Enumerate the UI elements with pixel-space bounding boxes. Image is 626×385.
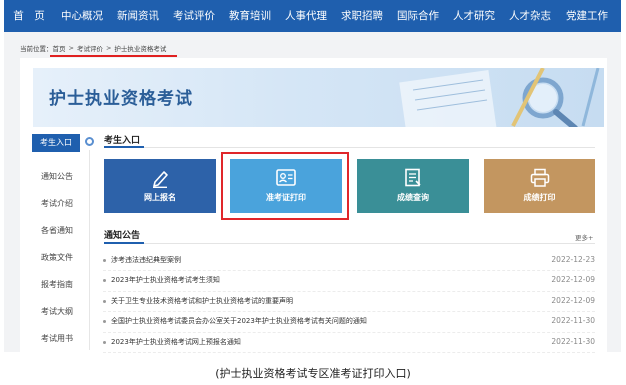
notice-date: 2022-12-09 xyxy=(551,295,595,305)
image-caption: (护士执业资格考试专区准考证打印入口) xyxy=(215,367,411,380)
notice-title: 2023年护士执业资格考试考生须知 xyxy=(111,276,220,285)
page-banner: 护士执业资格考试 xyxy=(33,68,604,127)
admission-ticket-highlight-box xyxy=(221,152,349,220)
nav-item-jobs[interactable]: 求职招聘 xyxy=(334,0,390,32)
notice-date: 2022-11-30 xyxy=(551,336,595,346)
notice-row[interactable]: 全国护士执业资格考试委员会办公室关于2023年护士执业资格考试有关问题的通知 2… xyxy=(103,312,595,333)
notices-more-link[interactable]: 更多+ xyxy=(575,232,593,242)
breadcrumb-separator: > xyxy=(68,44,74,52)
score-query-button[interactable]: 成绩查询 xyxy=(357,159,469,213)
breadcrumb-separator: > xyxy=(105,44,112,52)
nav-item-party[interactable]: 党建工作 xyxy=(558,0,616,32)
sidebar-item-application-guide[interactable]: 报考指南 xyxy=(24,271,90,298)
notice-title: 涉考违法违纪典型案例 xyxy=(111,256,181,264)
sidebar-active-marker xyxy=(85,137,94,146)
notices-section-accent xyxy=(104,242,144,244)
notice-title: 全国护士执业资格考试委员会办公室关于2023年护士执业资格考试有关问题的通知 xyxy=(111,317,367,326)
notices-section-title: 通知公告 xyxy=(104,231,141,241)
nav-item-research[interactable]: 人才研究 xyxy=(446,0,502,32)
nav-item-news[interactable]: 新闻资讯 xyxy=(110,0,166,32)
bullet-icon xyxy=(103,320,106,324)
notice-row[interactable]: 2023年护士执业资格考试网上预报名通知 2022-11-30 xyxy=(103,333,595,353)
printer-icon xyxy=(530,168,549,187)
sidebar-item-exam-intro[interactable]: 考试介绍 xyxy=(24,190,90,217)
breadcrumb-home[interactable]: 首页 xyxy=(53,43,66,53)
breadcrumb-current[interactable]: 护士执业资格考试 xyxy=(114,43,166,53)
score-query-label: 成绩查询 xyxy=(397,193,429,202)
notice-date: 2022-12-23 xyxy=(551,255,595,264)
nav-item-exam[interactable]: 考试评价 xyxy=(166,0,222,32)
online-registration-label: 网上报名 xyxy=(144,193,176,202)
sidebar-item-policy-docs[interactable]: 政策文件 xyxy=(24,244,90,271)
notice-date: 2022-12-09 xyxy=(551,275,595,285)
notice-title: 关于卫生专业技术资格考试和护士执业资格考试的重要声明 xyxy=(111,296,293,305)
pencil-icon xyxy=(153,171,168,188)
sidebar-item-provincial-notices[interactable]: 各省通知 xyxy=(24,217,90,244)
banner-title: 护士执业资格考试 xyxy=(49,89,193,109)
sidebar-nav: 考生入口 通知公告 考试介绍 各省通知 政策文件 报考指南 考试大纲 考试用书 xyxy=(24,128,90,352)
bullet-icon xyxy=(103,340,106,344)
top-navigation: 首 页 中心概况 新闻资讯 考试评价 教育培训 人事代理 求职招聘 国际合作 人… xyxy=(4,0,621,32)
nav-item-magazine[interactable]: 人才杂志 xyxy=(502,0,558,32)
bullet-icon xyxy=(103,259,106,262)
sidebar-item-candidate-entry[interactable]: 考生入口 xyxy=(32,134,80,152)
breadcrumb-highlight-underline xyxy=(50,55,177,57)
nav-item-international[interactable]: 国际合作 xyxy=(390,0,446,32)
notice-list: 涉考违法违纪典型案例 2022-12-23 2023年护士执业资格考试考生须知 … xyxy=(103,251,595,353)
notice-row[interactable]: 关于卫生专业技术资格考试和护士执业资格考试的重要声明 2022-12-09 xyxy=(103,292,595,313)
document-icon xyxy=(405,168,421,187)
breadcrumb: 当前位置： 首页 > 考试评价 > 护士执业资格考试 xyxy=(20,42,166,54)
bullet-icon xyxy=(103,279,106,283)
score-print-label: 成绩打印 xyxy=(523,193,556,202)
score-print-button[interactable]: 成绩打印 xyxy=(484,159,595,213)
banner-illustration xyxy=(399,68,600,127)
entry-section-accent xyxy=(104,146,144,148)
nav-item-personnel[interactable]: 人事代理 xyxy=(278,0,334,32)
notice-date: 2022-11-30 xyxy=(551,316,595,326)
nav-item-center[interactable]: 中心概况 xyxy=(54,0,110,32)
sidebar-item-textbooks[interactable]: 考试用书 xyxy=(24,325,90,352)
online-registration-button[interactable]: 网上报名 xyxy=(104,159,216,213)
sidebar-item-syllabus[interactable]: 考试大纲 xyxy=(24,298,90,325)
sidebar-divider xyxy=(89,150,90,350)
notice-title: 2023年护士执业资格考试网上预报名通知 xyxy=(111,337,241,346)
sidebar-item-notices[interactable]: 通知公告 xyxy=(24,163,90,190)
breadcrumb-prefix: 当前位置： xyxy=(20,45,53,53)
breadcrumb-exam[interactable]: 考试评价 xyxy=(77,43,103,53)
notice-row[interactable]: 涉考违法违纪典型案例 2022-12-23 xyxy=(103,251,595,272)
notice-row[interactable]: 2023年护士执业资格考试考生须知 2022-12-09 xyxy=(103,271,595,292)
entry-section-rule xyxy=(104,147,595,148)
entry-section-title: 考生入口 xyxy=(104,136,141,146)
nav-item-home[interactable]: 首 页 xyxy=(4,0,54,32)
notices-section-rule xyxy=(104,243,595,244)
nav-item-training[interactable]: 教育培训 xyxy=(222,0,278,32)
bullet-icon xyxy=(103,299,106,303)
